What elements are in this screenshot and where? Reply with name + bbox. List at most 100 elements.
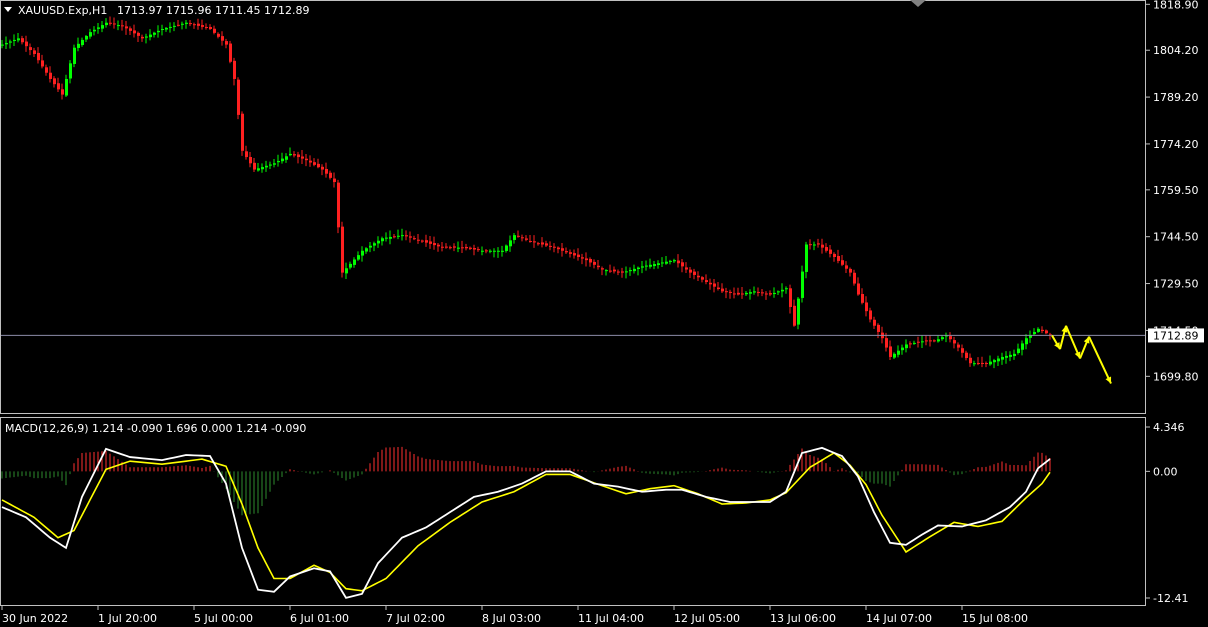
candle-body: [973, 363, 976, 365]
candle-body: [885, 338, 888, 348]
time-axis-label: 14 Jul 07:00: [866, 612, 932, 625]
candle-body: [365, 248, 368, 252]
candle-body: [609, 270, 612, 272]
candle-body: [145, 36, 148, 38]
candle-body: [373, 243, 376, 246]
candle-body: [5, 43, 8, 45]
candle-body: [685, 267, 688, 270]
candle-body: [313, 162, 316, 165]
candle-body: [529, 240, 532, 242]
candle-body: [245, 151, 248, 158]
candle-body: [333, 178, 336, 183]
candle-body: [197, 23, 200, 26]
candle-body: [569, 252, 572, 254]
candle-body: [341, 226, 344, 273]
candle-body: [877, 324, 880, 332]
candle-body: [589, 258, 592, 263]
candle-body: [461, 247, 464, 249]
candle-body: [721, 288, 724, 292]
candle-body: [1045, 330, 1048, 334]
candle-body: [737, 292, 740, 295]
candle-body: [661, 262, 664, 264]
candle-body: [577, 254, 580, 258]
price-axis-label: 1759.50: [1153, 184, 1199, 197]
candle-body: [765, 293, 768, 295]
candle-body: [689, 269, 692, 273]
candle-body: [517, 235, 520, 237]
candle-body: [549, 245, 552, 247]
candle-body: [221, 36, 224, 41]
candle-body: [405, 235, 408, 237]
candle-body: [81, 39, 84, 46]
candle-body: [465, 246, 468, 249]
candle-body: [205, 26, 208, 28]
candle-body: [101, 25, 104, 29]
candle-body: [301, 156, 304, 159]
candle-body: [161, 28, 164, 30]
candle-body: [649, 264, 652, 267]
candle-body: [9, 41, 12, 43]
candle-body: [669, 260, 672, 262]
candle-body: [821, 244, 824, 248]
candle-body: [169, 26, 172, 28]
candle-body: [361, 250, 364, 256]
price-axis-label: 1789.20: [1153, 91, 1199, 104]
candle-body: [209, 26, 212, 29]
candle-body: [825, 247, 828, 251]
macd-axis-label: -12.41: [1153, 592, 1188, 605]
candle-body: [541, 242, 544, 245]
ohlc-open: 1713.97: [117, 4, 163, 17]
candle-body: [125, 26, 128, 29]
candle-body: [753, 291, 756, 293]
candle-body: [861, 294, 864, 303]
candle-body: [921, 341, 924, 343]
candle-body: [393, 236, 396, 238]
candle-body: [761, 292, 764, 294]
candle-body: [593, 261, 596, 265]
candle-body: [745, 292, 748, 295]
candle-body: [757, 291, 760, 293]
candle-body: [797, 298, 800, 325]
candle-body: [33, 50, 36, 54]
candle-body: [13, 39, 16, 41]
candle-body: [897, 350, 900, 355]
candle-body: [353, 259, 356, 265]
time-axis-label: 30 Jun 2022: [2, 612, 68, 625]
candle-body: [901, 347, 904, 351]
candle-body: [873, 319, 876, 326]
candle-body: [401, 235, 404, 237]
candle-body: [497, 250, 500, 252]
trading-chart[interactable]: 1818.90 1804.20 1789.20 1774.20 1759.50 1744.…: [0, 0, 1208, 627]
candle-body: [789, 288, 792, 307]
candle-body: [769, 293, 772, 295]
candle-body: [377, 240, 380, 244]
candle-body: [381, 238, 384, 242]
time-axis-label: 8 Jul 03:00: [482, 612, 541, 625]
candle-body: [505, 245, 508, 251]
candle-body: [73, 47, 76, 64]
candle-body: [617, 271, 620, 273]
candle-body: [357, 255, 360, 260]
candle-body: [97, 27, 100, 29]
candle-body: [501, 250, 504, 252]
candle-body: [853, 272, 856, 284]
candle-body: [265, 165, 268, 168]
candle-body: [321, 166, 324, 170]
candle-body: [729, 291, 732, 293]
candle-body: [965, 352, 968, 358]
candle-body: [253, 162, 256, 170]
candle-body: [645, 265, 648, 267]
candle-body: [121, 25, 124, 27]
candle-body: [961, 348, 964, 353]
candle-body: [281, 158, 284, 162]
candle-body: [533, 241, 536, 243]
price-axis-label: 1729.50: [1153, 278, 1199, 291]
candle-body: [277, 160, 280, 163]
candle-body: [41, 60, 44, 67]
candle-body: [597, 265, 600, 268]
candle-body: [1013, 353, 1016, 357]
candle-body: [69, 63, 72, 79]
candle-body: [257, 168, 260, 171]
candle-body: [385, 237, 388, 239]
candle-body: [453, 246, 456, 248]
